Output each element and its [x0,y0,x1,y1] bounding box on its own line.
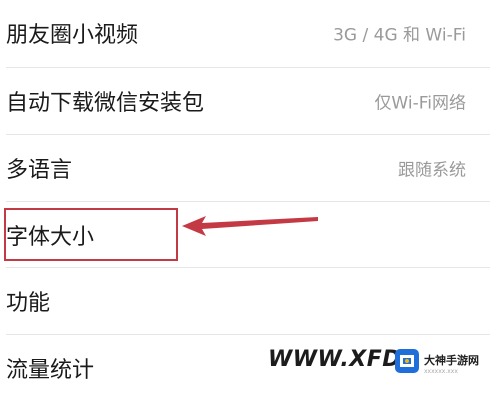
settings-item-auto-download[interactable]: 自动下载微信安装包 仅Wi-Fi网络 [0,68,490,134]
settings-item-features[interactable]: 功能 [0,268,490,334]
settings-item-label: 朋友圈小视频 [6,23,139,48]
site-logo-subtext: xxxxxx.xxx [424,368,458,375]
settings-item-label: 功能 [6,291,51,316]
pointer-arrow-icon [182,216,318,236]
settings-item-value: 3G / 4G 和 Wi-Fi [333,25,466,46]
site-logo-text: 大神手游网 [424,354,479,367]
site-logo: 大神手游网 xxxxxx.xxx [394,348,486,388]
settings-list: 朋友圈小视频 3G / 4G 和 Wi-Fi 自动下载微信安装包 仅Wi-Fi网… [0,0,490,396]
settings-item-label: 流量统计 [6,358,95,383]
site-logo-icon [395,349,419,373]
settings-item-moments-video[interactable]: 朋友圈小视频 3G / 4G 和 Wi-Fi [0,0,490,66]
settings-item-label: 自动下载微信安装包 [6,91,205,116]
settings-item-value: 跟随系统 [398,160,466,181]
highlight-box [4,208,178,261]
settings-item-language[interactable]: 多语言 跟随系统 [0,135,490,201]
settings-item-label: 多语言 [6,158,73,183]
settings-item-value: 仅Wi-Fi网络 [374,93,466,114]
